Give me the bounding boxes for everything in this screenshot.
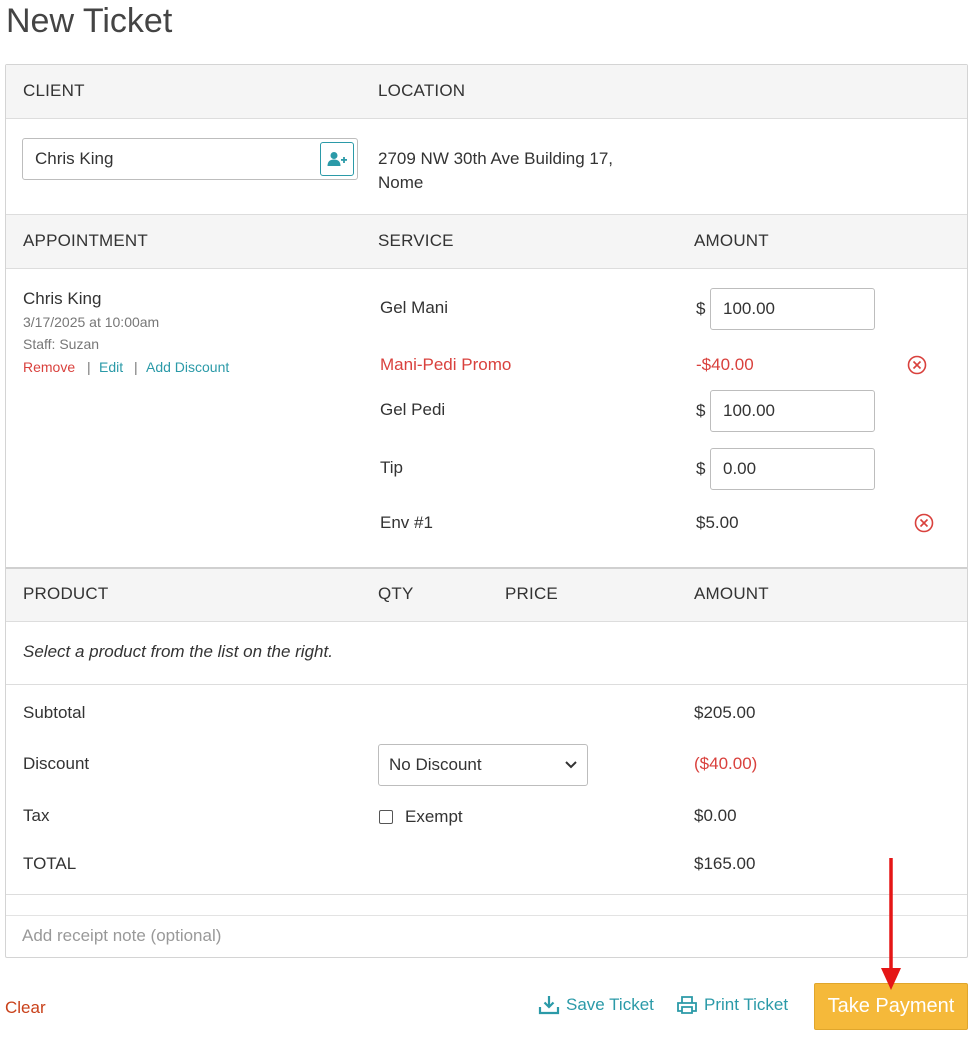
price-header: PRICE xyxy=(505,584,558,603)
amount-header: AMOUNT xyxy=(694,231,769,250)
remove-promo-icon[interactable] xyxy=(907,355,927,375)
appointment-staff: Staff: Suzan xyxy=(23,336,100,352)
empty-products-message: Select a product from the list on the ri… xyxy=(23,642,333,661)
tax-exempt-label: Exempt xyxy=(405,807,463,826)
client-header-band xyxy=(6,65,967,119)
env-name: Env #1 xyxy=(380,513,433,532)
subtotal-label: Subtotal xyxy=(23,703,86,722)
print-ticket-button[interactable]: Print Ticket xyxy=(676,995,788,1015)
qty-header: QTY xyxy=(378,584,414,603)
location-line-1: 2709 NW 30th Ave Building 17, xyxy=(378,149,614,168)
receipt-note-input[interactable]: Add receipt note (optional) xyxy=(6,915,967,957)
print-ticket-label: Print Ticket xyxy=(704,995,789,1014)
currency-symbol: $ xyxy=(696,459,706,478)
appointment-header-band xyxy=(6,215,967,269)
tip-amount-input[interactable] xyxy=(710,448,875,490)
tip-label: Tip xyxy=(380,458,403,477)
product-header: PRODUCT xyxy=(23,584,109,603)
page-title: New Ticket xyxy=(6,2,173,40)
download-icon xyxy=(538,996,560,1015)
chevron-down-icon xyxy=(565,761,577,769)
user-plus-icon xyxy=(327,152,347,166)
subtotal-value: $205.00 xyxy=(694,703,756,722)
product-header-band xyxy=(6,569,967,622)
ticket-panel: CLIENT LOCATION 2709 NW 30th Ave Buildin… xyxy=(5,64,968,958)
promo-name: Mani-Pedi Promo xyxy=(380,355,512,374)
add-client-button[interactable] xyxy=(320,142,354,176)
add-discount-link[interactable]: Add Discount xyxy=(146,359,229,375)
discount-select-value: No Discount xyxy=(389,755,482,774)
service-amount-input[interactable] xyxy=(710,390,875,432)
service-name: Gel Pedi xyxy=(380,400,446,419)
appointment-client-name: Chris King xyxy=(23,289,102,308)
tax-value: $0.00 xyxy=(694,806,737,825)
remove-appointment-link[interactable]: Remove xyxy=(23,359,75,375)
remove-env-icon[interactable] xyxy=(914,513,934,533)
link-separator: | xyxy=(134,359,138,375)
currency-symbol: $ xyxy=(696,299,706,318)
discount-label: Discount xyxy=(23,754,90,773)
printer-icon xyxy=(677,996,697,1014)
total-value: $165.00 xyxy=(694,854,756,873)
appointment-header: APPOINTMENT xyxy=(23,231,148,250)
tax-exempt-checkbox[interactable] xyxy=(379,810,393,824)
env-amount: $5.00 xyxy=(696,513,739,532)
discount-value: ($40.00) xyxy=(694,754,758,773)
service-name: Gel Mani xyxy=(380,298,449,317)
tax-label: Tax xyxy=(23,806,50,825)
edit-appointment-link[interactable]: Edit xyxy=(99,359,123,375)
service-header: SERVICE xyxy=(378,231,454,250)
discount-select[interactable]: No Discount xyxy=(378,744,588,786)
location-header: LOCATION xyxy=(378,81,466,100)
client-input[interactable] xyxy=(22,138,358,180)
total-label: TOTAL xyxy=(23,854,77,873)
appointment-datetime: 3/17/2025 at 10:00am xyxy=(23,314,160,330)
promo-amount: -$40.00 xyxy=(696,355,754,374)
location-line-2: Nome xyxy=(378,173,424,192)
currency-symbol: $ xyxy=(696,401,706,420)
service-amount-input[interactable] xyxy=(710,288,875,330)
clear-button[interactable]: Clear xyxy=(5,998,46,1018)
save-ticket-label: Save Ticket xyxy=(566,995,654,1014)
link-separator: | xyxy=(87,359,91,375)
product-amount-header: AMOUNT xyxy=(694,584,769,603)
take-payment-button[interactable]: Take Payment xyxy=(814,983,968,1030)
save-ticket-button[interactable]: Save Ticket xyxy=(538,995,654,1015)
client-header: CLIENT xyxy=(23,81,85,100)
